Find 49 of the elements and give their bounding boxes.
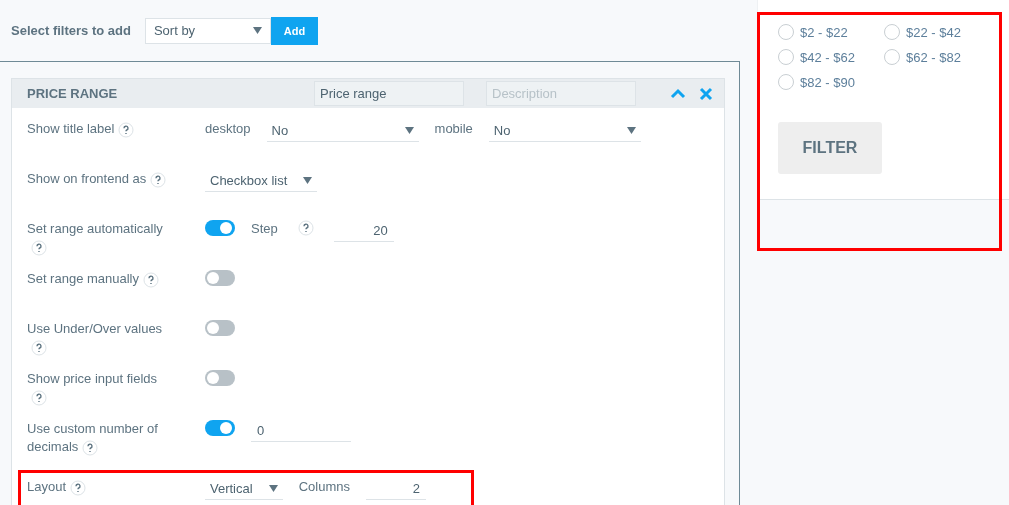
number-input[interactable]: 20 [333,220,394,242]
help-icon[interactable] [70,479,87,496]
help-icon[interactable] [150,171,167,188]
price-option[interactable]: $42 - $62 [778,49,884,65]
caret-icon [303,177,313,184]
caret-icon [252,27,262,34]
toggle-switch[interactable] [205,270,235,286]
title-field[interactable]: Price range [314,81,464,106]
panel-title: PRICE RANGE [27,86,119,101]
setting-label: Layout [27,478,177,496]
setting-label: Show price input fields [27,370,177,406]
price-option[interactable]: $82 - $90 [778,74,884,90]
caret-icon [626,127,636,134]
select-dropdown[interactable]: Checkbox list [205,170,318,192]
setting-label: Set range automatically [27,220,177,256]
setting-label: Show on frontend as [27,170,177,188]
toolbar-label: Select filters to add [11,23,131,38]
number-input[interactable]: 2 [365,478,426,500]
setting-label: Set range manually [27,270,177,288]
help-icon[interactable] [143,271,159,288]
close-icon[interactable] [698,85,714,102]
select-dropdown[interactable]: No [266,120,419,142]
setting-label: Use Under/Over values [27,320,177,356]
help-icon[interactable] [297,220,314,236]
filter-button[interactable]: FILTER [778,122,882,174]
field-label: Step [251,220,278,238]
price-option[interactable]: $2 - $22 [778,24,884,40]
filter-select[interactable]: Sort by [144,17,271,44]
help-icon[interactable] [31,239,47,256]
setting-label: Show title label [27,120,177,138]
caret-icon [404,127,414,134]
price-option[interactable]: $22 - $42 [884,24,990,40]
help-icon[interactable] [118,121,135,138]
field-label: Columns [298,478,350,496]
toggle-switch[interactable] [205,370,235,386]
select-dropdown[interactable]: No [488,120,641,142]
setting-label: Use custom number of decimals [27,420,159,456]
toggle-switch[interactable] [205,420,235,436]
price-option[interactable]: $62 - $82 [884,49,990,65]
select-dropdown[interactable]: Vertical [205,478,283,500]
help-icon[interactable] [82,439,99,456]
number-input[interactable]: 0 [251,420,351,442]
field-label: mobile [434,120,473,138]
field-label: desktop [205,120,251,138]
toggle-switch[interactable] [205,220,235,236]
toggle-switch[interactable] [205,320,235,336]
caret-icon [268,485,278,492]
help-icon[interactable] [31,389,47,406]
help-icon[interactable] [31,339,47,356]
